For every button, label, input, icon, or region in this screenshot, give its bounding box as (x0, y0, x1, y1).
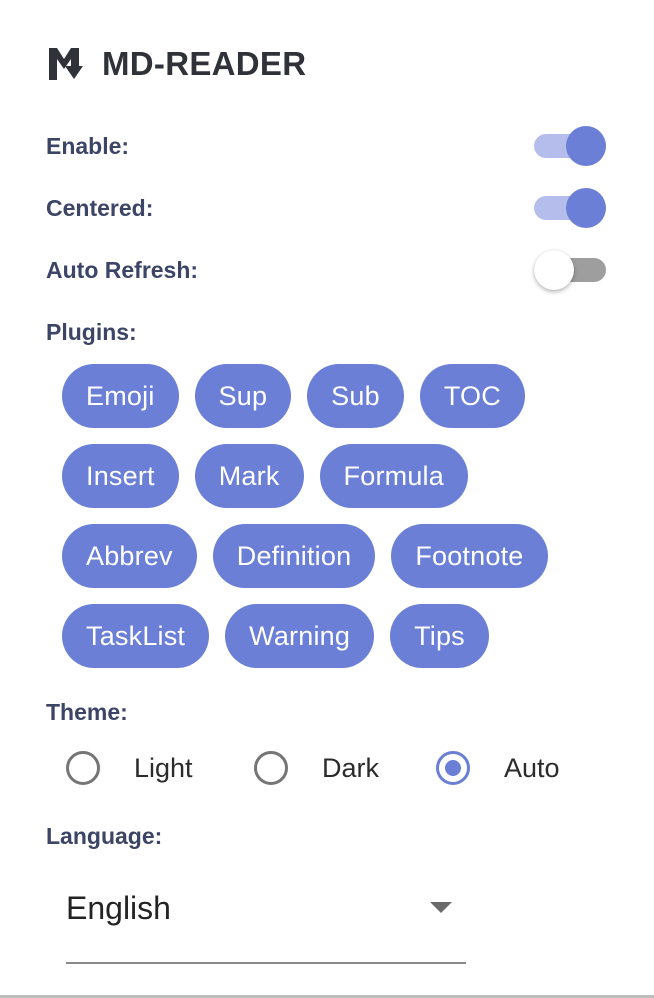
dropdown-arrow-icon (430, 902, 452, 913)
app-title: MD-READER (102, 45, 307, 82)
enable-toggle[interactable] (534, 126, 606, 166)
plugin-chip-footnote[interactable]: Footnote (391, 524, 548, 588)
toggle-thumb (534, 250, 574, 290)
plugin-chip-row: TaskList Warning Tips (62, 604, 505, 668)
radio-unchecked-icon (66, 751, 100, 785)
enable-label: Enable: (46, 133, 130, 159)
radio-checked-icon (436, 751, 470, 785)
theme-option-auto[interactable]: Auto (436, 746, 560, 790)
plugin-chip-row: Emoji Sup Sub TOC (62, 364, 541, 428)
toggle-thumb (566, 188, 606, 228)
plugin-chip-mark[interactable]: Mark (194, 444, 304, 508)
plugin-chip-emoji[interactable]: Emoji (62, 364, 179, 428)
plugin-chip-toc[interactable]: TOC (419, 364, 525, 428)
plugin-chip-definition[interactable]: Definition (212, 524, 376, 588)
plugin-chip-row: Abbrev Definition Footnote (62, 524, 564, 588)
theme-radio-group: Light Dark Auto (66, 746, 560, 790)
centered-label: Centered: (46, 195, 154, 221)
plugin-chip-formula[interactable]: Formula (319, 444, 468, 508)
language-select[interactable]: English (66, 880, 466, 964)
plugins-label: Plugins: (46, 319, 137, 345)
plugin-chip-warning[interactable]: Warning (225, 604, 375, 668)
centered-toggle[interactable] (534, 188, 606, 228)
theme-label: Theme: (46, 699, 128, 725)
theme-option-label: Dark (322, 753, 380, 783)
auto-refresh-label: Auto Refresh: (46, 257, 199, 283)
plugin-chip-tasklist[interactable]: TaskList (62, 604, 210, 668)
markdown-logo-icon (49, 48, 83, 80)
plugin-chip-row: Insert Mark Formula (62, 444, 484, 508)
radio-unchecked-icon (254, 751, 288, 785)
plugin-chip-abbrev[interactable]: Abbrev (62, 524, 197, 588)
theme-option-label: Light (134, 753, 193, 783)
theme-option-light[interactable]: Light (66, 746, 254, 790)
toggle-thumb (566, 126, 606, 166)
language-select-value: English (66, 890, 171, 926)
plugin-chip-insert[interactable]: Insert (62, 444, 179, 508)
plugin-chip-tips[interactable]: Tips (390, 604, 489, 668)
auto-refresh-toggle[interactable] (534, 250, 606, 290)
app-header: MD-READER (47, 44, 306, 84)
theme-option-dark[interactable]: Dark (254, 746, 436, 790)
plugin-chip-sub[interactable]: Sub (307, 364, 404, 428)
language-label: Language: (46, 823, 163, 849)
plugin-chip-sup[interactable]: Sup (194, 364, 292, 428)
theme-option-label: Auto (504, 753, 560, 783)
